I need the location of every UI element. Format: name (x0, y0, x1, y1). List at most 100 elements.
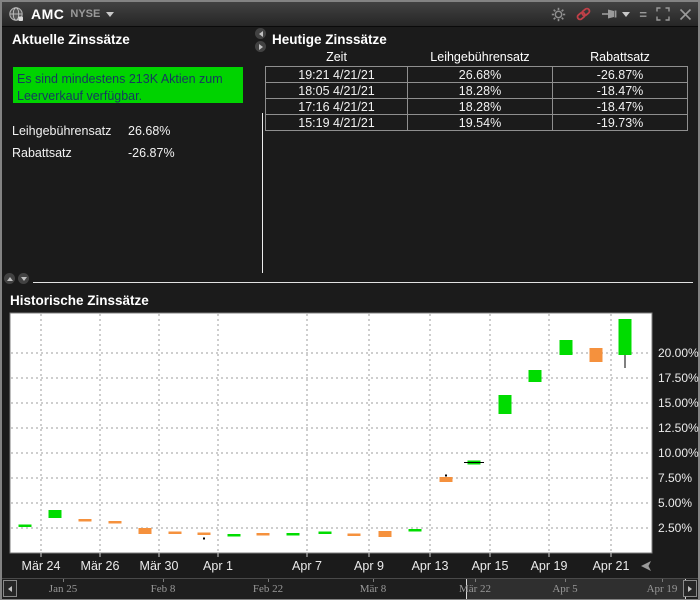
today-rates-title: Heutige Zinssätze (272, 32, 387, 47)
y-axis-label: 20.00% (658, 346, 699, 360)
table-cell: -26.87% (552, 66, 688, 83)
candle (108, 521, 122, 524)
column-header: Zeit (326, 50, 347, 64)
pin-icon[interactable] (601, 7, 631, 21)
left-arrow-icon (8, 585, 12, 592)
scrollbar-tick (268, 579, 269, 582)
x-axis-label: Apr 13 (412, 559, 449, 573)
down-arrow-icon (20, 276, 27, 281)
minimize-icon[interactable]: = (639, 8, 647, 21)
scrollbar-tick (475, 579, 476, 582)
x-axis-label: Mär 26 (81, 559, 120, 573)
candle (138, 528, 152, 534)
link-icon[interactable] (575, 6, 592, 22)
scrollbar-date-label: Feb 8 (150, 583, 176, 595)
scrollbar-tick (63, 579, 64, 582)
table-cell: 18:05 4/21/21 (265, 82, 408, 99)
candle (48, 510, 62, 518)
candle (618, 319, 632, 355)
scrollbar-date-label: Mär 8 (359, 583, 387, 595)
shares-available-alert: Es sind mindestens 213K Aktien zum Leerv… (13, 67, 243, 103)
candle (227, 534, 241, 537)
scrollbar-tick (662, 579, 663, 582)
scrollbar-date-label: Apr 19 (646, 583, 678, 595)
mouse-cursor (641, 561, 651, 571)
splitter-down-button[interactable] (18, 273, 29, 284)
y-axis-label: 12.50% (658, 421, 699, 435)
gear-icon[interactable] (551, 7, 566, 22)
candle (408, 529, 422, 532)
table-row[interactable]: 15:19 4/21/21 19.54% -19.73% (265, 114, 688, 131)
candle (318, 531, 332, 534)
fee-rate-value: 26.68% (128, 124, 171, 138)
time-scrollbar[interactable]: Jan 25 Feb 8 Feb 22 Mär 8 Mär 22 Apr 5 Apr 19 (2, 578, 698, 599)
table-cell: 19.54% (407, 114, 553, 131)
left-arrow-icon (258, 30, 263, 37)
right-arrow-icon (688, 585, 692, 592)
rebate-rate-label: Rabattsatz (12, 146, 72, 160)
splitter-up-button[interactable] (4, 273, 15, 284)
x-axis-label: Apr 19 (531, 559, 568, 573)
y-axis-label: 2.50% (658, 521, 692, 535)
column-header: Leihgebührensatz (430, 50, 530, 64)
candle (528, 370, 542, 382)
scrollbar-tick (565, 579, 566, 582)
candle (197, 532, 211, 535)
ticker-caret-down-icon[interactable] (106, 11, 115, 17)
y-axis-label: 5.00% (658, 496, 692, 510)
x-axis-label: Apr 9 (354, 559, 384, 573)
y-axis-label: 7.50% (658, 471, 692, 485)
x-axis-label: Mär 30 (140, 559, 179, 573)
scrollbar-date-label: Feb 22 (252, 583, 284, 595)
table-row[interactable]: 17:16 4/21/21 18.28% -18.47% (265, 98, 688, 115)
table-cell: 18.28% (407, 98, 553, 115)
table-cell: 26.68% (407, 66, 553, 83)
scrollbar-tick (373, 579, 374, 582)
exchange-label: NYSE (70, 8, 101, 20)
maximize-icon[interactable] (656, 7, 670, 21)
candle (347, 533, 361, 536)
title-bar: AMC NYSE = (2, 2, 698, 27)
x-axis-label: Mär 24 (22, 559, 61, 573)
globe-icon (8, 6, 25, 23)
candle (286, 533, 300, 536)
table-cell: 18.28% (407, 82, 553, 99)
candle (559, 340, 573, 355)
table-cell: 17:16 4/21/21 (265, 98, 408, 115)
panel-left-arrow-button[interactable] (255, 28, 266, 39)
fee-rate-label: Leihgebührensatz (12, 124, 112, 138)
table-row[interactable]: 18:05 4/21/21 18.28% -18.47% (265, 82, 688, 99)
table-cell: -18.47% (552, 98, 688, 115)
column-header: Rabattsatz (590, 50, 650, 64)
scrollbar-date-label: Mär 22 (458, 583, 492, 595)
rebate-rate-value: -26.87% (128, 146, 175, 160)
scrollbar-date-label: Jan 25 (48, 583, 78, 595)
table-cell: 15:19 4/21/21 (265, 114, 408, 131)
scrollbar-tick (163, 579, 164, 582)
current-rates-title: Aktuelle Zinssätze (12, 32, 130, 47)
y-axis-label: 17.50% (658, 371, 699, 385)
history-rates-title: Historische Zinssätze (10, 293, 149, 308)
right-arrow-icon (258, 43, 263, 50)
candle (256, 533, 270, 536)
candle (18, 524, 32, 527)
today-rates-header: Zeit Leihgebührensatz Rabattsatz (266, 50, 688, 67)
close-icon[interactable] (679, 8, 692, 21)
up-arrow-icon (6, 276, 13, 281)
scrollbar-right-arrow-button[interactable] (683, 580, 697, 597)
section-divider (33, 282, 693, 283)
ticker-symbol: AMC (31, 6, 65, 22)
table-cell: -19.73% (552, 114, 688, 131)
panel-divider (262, 113, 263, 273)
scrollbar-left-arrow-button[interactable] (3, 580, 17, 597)
today-rates-table: Zeit Leihgebührensatz Rabattsatz 19:21 4/2… (265, 50, 688, 131)
table-row[interactable]: 19:21 4/21/21 26.68% -26.87% (265, 66, 688, 83)
history-rate-chart[interactable]: 2.50% 5.00% 7.50% 10.00% 12.50% 15.00% 17.50% 2… (0, 310, 700, 578)
candle (589, 348, 603, 362)
x-axis-label: Apr 15 (472, 559, 509, 573)
x-axis-label: Apr 21 (593, 559, 630, 573)
x-axis-label: Apr 7 (292, 559, 322, 573)
pin-caret-down-icon[interactable] (622, 11, 631, 17)
table-cell: -18.47% (552, 82, 688, 99)
candle (78, 519, 92, 522)
